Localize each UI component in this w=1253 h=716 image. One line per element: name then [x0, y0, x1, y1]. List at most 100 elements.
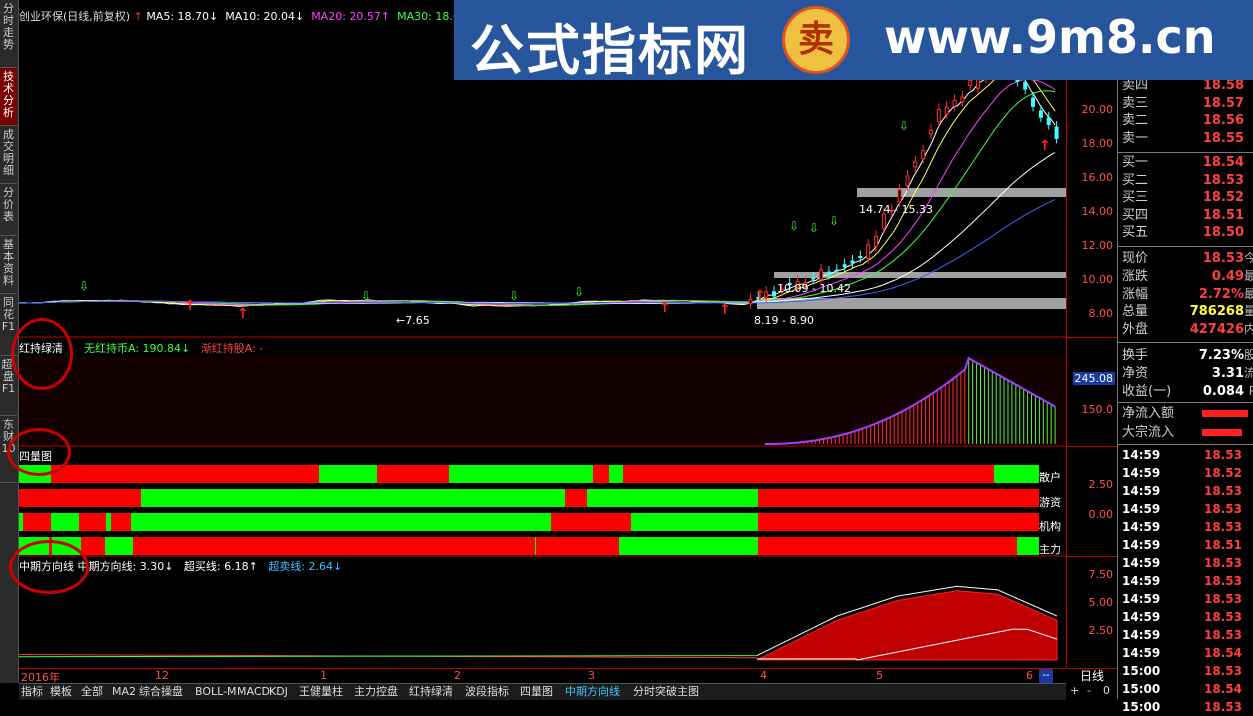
candle-body: [1031, 97, 1036, 107]
candle-body: [936, 108, 941, 123]
ma-line: [19, 152, 1056, 304]
quote-row: 买五 18.50: [1120, 224, 1252, 241]
zoom-controls: + - 0: [1067, 684, 1117, 699]
left-tab-3[interactable]: 分价表: [0, 184, 17, 236]
buy-arrow-icon: ⇩: [79, 279, 89, 293]
range3-label: 14.74 - 15.33: [859, 203, 933, 216]
tick-price: 18.53: [1204, 502, 1242, 516]
quote-value: 7.23%: [1198, 348, 1244, 363]
buy-arrow-icon: ⇩: [809, 221, 819, 235]
quote-label: 卖三: [1122, 95, 1149, 111]
sell-arrow-icon: ↑: [184, 298, 196, 314]
indicator-tab[interactable]: KDJ: [269, 685, 288, 699]
four-volume-segment: [111, 513, 131, 531]
indicator-tab[interactable]: BOLL-M: [195, 685, 237, 699]
highlight-circle: [11, 318, 73, 390]
quote-row: 外盘 427426 内: [1120, 321, 1253, 338]
ma10-value: MA10: 20.04↓: [225, 10, 305, 23]
quote-label: 大宗流入: [1122, 425, 1175, 440]
indicator-tab[interactable]: 中期方向线: [565, 685, 620, 699]
indicator-tab[interactable]: 全部: [81, 685, 103, 699]
tick-price: 18.54: [1204, 682, 1242, 696]
highlight-circle: [9, 540, 89, 594]
zoom-out-button[interactable]: -: [1087, 684, 1091, 697]
date-cursor[interactable]: --: [1039, 669, 1053, 683]
four-volume-segment: [535, 537, 536, 555]
ma30-value: MA30: 18.6: [397, 10, 460, 23]
tick-price: 18.53: [1204, 592, 1242, 606]
quote-row: 总量 786268 量: [1120, 303, 1253, 320]
tick-time: 15:00: [1122, 664, 1161, 678]
zoom-reset-button[interactable]: 0: [1103, 684, 1110, 697]
four-volume-segment: [449, 465, 593, 483]
indicator-tab[interactable]: 四量图: [520, 685, 553, 699]
quote-label: 买五: [1122, 225, 1149, 240]
quote-label: 收益(一): [1122, 384, 1172, 399]
four-volume-segment: [631, 513, 758, 531]
left-tab-4[interactable]: 基本资料: [0, 236, 17, 294]
flow-bar: [1202, 410, 1248, 417]
quote-value: 18.50: [1202, 225, 1244, 240]
indicator-tab[interactable]: 主力控盘: [354, 685, 398, 699]
four-volume-segment: [377, 465, 449, 483]
quote-label: 净资: [1122, 366, 1149, 381]
candle-body: [772, 291, 777, 297]
tick-row: 14:59 18.54: [1120, 644, 1252, 662]
four-volume-segment: [51, 513, 79, 531]
quote-row: 卖二 18.56: [1120, 112, 1252, 129]
sell-arrow-icon: ↑: [1039, 138, 1051, 154]
indicator-tab[interactable]: 综合操盘: [139, 685, 183, 699]
date-label: 12: [155, 669, 169, 682]
label-institution: 机构: [1039, 520, 1061, 533]
label-hot-money: 游资: [1039, 496, 1061, 509]
quote-extra-label: 量: [1243, 304, 1253, 319]
tick-row: 15:00 18.54: [1120, 680, 1252, 698]
four-volume-segment: [758, 513, 1039, 531]
candle-body: [850, 260, 855, 264]
tick-price: 18.53: [1204, 610, 1242, 624]
quote-row: 卖三 18.57: [1120, 95, 1252, 112]
indicator-tab[interactable]: 模板: [50, 685, 72, 699]
four-volume-segment: [133, 537, 535, 555]
four-volume-segment: [758, 489, 1039, 507]
price-tick: 12.00: [1081, 239, 1114, 252]
tick-row: 14:59 18.53: [1120, 572, 1252, 590]
left-tab-1[interactable]: 技术分析: [0, 68, 17, 126]
indicator-tab[interactable]: 红持绿清: [409, 685, 453, 699]
four-volume-segment: [19, 513, 23, 531]
buy-arrow-icon: ⇩: [574, 285, 584, 299]
zoom-in-button[interactable]: +: [1070, 684, 1079, 697]
quote-label: 买二: [1122, 172, 1149, 188]
indicator-tab[interactable]: 指标: [21, 685, 43, 699]
tick-row: 14:59 18.53: [1120, 554, 1252, 572]
quote-row: 净流入额: [1120, 405, 1252, 422]
highlight-circle: [7, 428, 71, 476]
indicator-tab[interactable]: MACD: [237, 685, 270, 699]
indicator-tab[interactable]: 分时突破主图: [633, 685, 699, 699]
tick-time: 14:59: [1122, 592, 1161, 606]
candle-body: [834, 269, 839, 272]
chart-area[interactable]: ↑ ↑ ↑ ↑ ↑ ↑ ⇩ ⇩ ⇩ ⇩ ⇩ ⇩ ⇩ ⇩ 创业环保(日线,前复权) ↑ MA5: 18.70…: [7, 0, 1066, 668]
four-volume-segment: [565, 489, 587, 507]
left-tab-2[interactable]: 成交明细: [0, 126, 17, 184]
tick-row: 14:59 18.53: [1120, 608, 1252, 626]
left-tab-0[interactable]: 分时走势: [0, 0, 17, 68]
indicator-tab[interactable]: 波段指标: [465, 685, 509, 699]
tick-time: 14:59: [1122, 646, 1161, 660]
candle-body: [968, 79, 973, 86]
sell-arrow-icon: ↑: [719, 302, 731, 318]
tick-row: 14:59 18.53: [1120, 500, 1252, 518]
indicator-tab[interactable]: 王健量柱: [299, 685, 343, 699]
period-label[interactable]: 日线: [1067, 668, 1117, 684]
tick-row: 14:59 18.53: [1120, 590, 1252, 608]
candle-body: [944, 106, 949, 115]
indicator-tab[interactable]: MA2: [112, 685, 136, 699]
tick-price: 18.53: [1204, 628, 1242, 642]
quote-label: 涨跌: [1122, 268, 1149, 284]
tick-row: 14:59 18.53: [1120, 482, 1252, 500]
four-volume-segment: [23, 513, 51, 531]
quote-extra-label: P: [1248, 384, 1253, 398]
candle-body: [881, 213, 886, 229]
four-volume-segment: [758, 537, 1017, 555]
tick-time: 14:59: [1122, 448, 1161, 462]
